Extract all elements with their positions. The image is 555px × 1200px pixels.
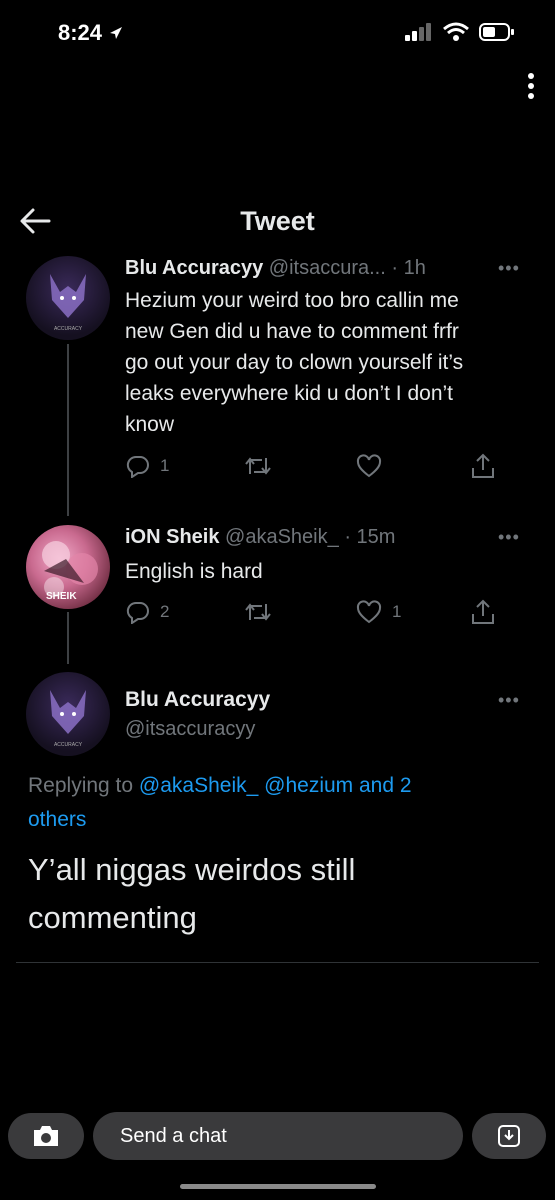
tweet-body: English is hard (125, 560, 263, 583)
mention-link[interactable]: others (28, 803, 528, 837)
reply-count: 1 (160, 456, 170, 475)
thread-line (67, 344, 69, 516)
tweet-line: Y’all niggas weirdos still (28, 852, 356, 887)
status-time: 8:24 (58, 20, 124, 46)
retweet-icon (245, 603, 271, 621)
thread-line (67, 612, 69, 664)
tweet-body: Hezium your weird too bro callin me new … (125, 285, 545, 440)
like-count: 1 (392, 602, 402, 621)
status-indicators (405, 22, 515, 47)
author-handle[interactable]: @itsaccuracyy (125, 718, 255, 741)
reply-icon (126, 455, 149, 478)
author-name[interactable]: Blu Accuracyy (125, 257, 263, 279)
reply-count: 2 (160, 602, 170, 621)
more-options-icon[interactable]: ••• (498, 527, 520, 548)
reply-share-button[interactable] (472, 1113, 546, 1159)
signal-icon (405, 23, 433, 46)
retweet-button[interactable] (244, 600, 272, 624)
share-icon (472, 599, 494, 624)
tweet-time: · 15m (344, 526, 396, 548)
tweet-line: know (125, 413, 175, 436)
battery-icon (479, 22, 515, 47)
avatar[interactable]: ACCURACY (26, 672, 110, 756)
mention-link[interactable]: @akaSheik_ (139, 774, 258, 797)
retweet-icon (245, 457, 271, 475)
tweet-line: commenting (28, 900, 197, 935)
share-button[interactable] (470, 598, 496, 626)
like-button[interactable]: 1 (356, 600, 401, 624)
home-indicator (180, 1184, 376, 1189)
wifi-icon (443, 22, 469, 47)
avatar-caption: ACCURACY (53, 326, 83, 332)
tweet-time: · 1h (391, 257, 426, 279)
retweet-button[interactable] (244, 454, 272, 478)
reply-button[interactable]: 1 (126, 454, 169, 478)
main-tweet-text: Y’all niggas weirdos still commenting (28, 846, 355, 942)
avatar[interactable]: SHEIK (26, 525, 110, 609)
author-handle[interactable]: @akaSheik_ (225, 526, 339, 548)
mention-link[interactable]: @hezium and 2 (264, 774, 411, 797)
camera-icon (34, 1126, 58, 1146)
avatar[interactable]: ACCURACY (26, 256, 110, 340)
heart-icon (356, 454, 382, 478)
like-button[interactable] (356, 454, 382, 478)
clock-text: 8:24 (58, 20, 103, 45)
tweet-line: leaks everywhere kid u don’t I don’t (125, 382, 454, 405)
tweet-line: Hezium your weird too bro callin me (125, 289, 459, 312)
save-download-icon (498, 1125, 520, 1147)
tweet-line: new Gen did u have to comment frfr (125, 320, 459, 343)
heart-icon (356, 600, 382, 624)
author-name[interactable]: iON Sheik (125, 526, 219, 548)
author-name[interactable]: Blu Accuracyy (125, 688, 270, 712)
divider (16, 962, 539, 963)
reply-button[interactable]: 2 (126, 600, 169, 624)
share-button[interactable] (470, 452, 496, 480)
overflow-menu-icon[interactable] (527, 72, 535, 105)
more-options-icon[interactable]: ••• (498, 258, 520, 279)
tweet-header: Blu Accuracyy @itsaccura... · 1h (125, 257, 426, 280)
reply-icon (126, 601, 149, 624)
share-icon (472, 453, 494, 478)
tweet-header: iON Sheik @akaSheik_ · 15m (125, 526, 395, 549)
tweet-line: go out your day to clown yourself it’s (125, 351, 464, 374)
chat-placeholder: Send a chat (120, 1125, 227, 1147)
author-handle[interactable]: @itsaccura... (269, 257, 386, 279)
more-options-icon[interactable]: ••• (498, 690, 520, 711)
page-title: Tweet (240, 206, 315, 236)
replying-label: Replying to (28, 774, 134, 797)
camera-button[interactable] (8, 1113, 84, 1159)
replying-to: Replying to @akaSheik_ @hezium and 2 oth… (28, 769, 528, 837)
location-arrow-icon (108, 20, 124, 45)
avatar-caption: ACCURACY (53, 742, 83, 748)
avatar-caption: SHEIK (46, 591, 77, 602)
